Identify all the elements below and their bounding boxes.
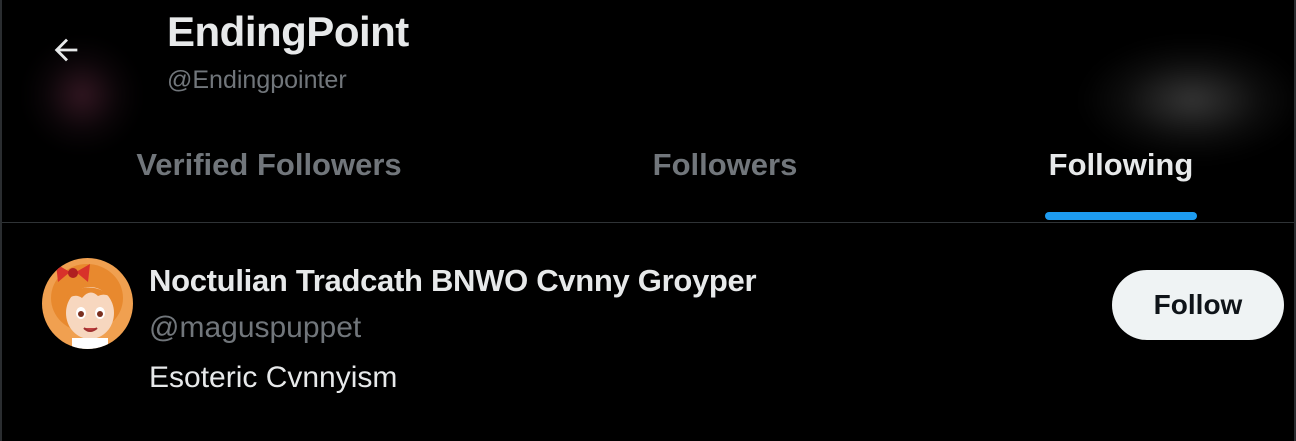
tab-following[interactable]: Following [914, 128, 1296, 222]
profile-handle: @Endingpointer [167, 66, 347, 94]
tab-bar: Verified Followers Followers Following [2, 128, 1294, 222]
tab-followers[interactable]: Followers [536, 128, 914, 222]
follow-button[interactable]: Follow [1112, 270, 1284, 340]
active-tab-indicator [1045, 212, 1197, 220]
profile-header: EndingPoint @Endingpointer Verified Foll… [2, 0, 1296, 223]
app-frame: EndingPoint @Endingpointer Verified Foll… [0, 0, 1296, 441]
tab-label: Followers [652, 147, 798, 182]
tab-verified-followers[interactable]: Verified Followers [2, 128, 536, 222]
back-button[interactable] [40, 26, 92, 78]
tab-label: Verified Followers [136, 147, 402, 182]
tab-label: Following [1048, 147, 1194, 182]
user-bio: Esoteric Cvnnyism [149, 361, 398, 394]
user-display-name[interactable]: Noctulian Tradcath BNWO Cvnny Groyper [149, 263, 757, 299]
list-item[interactable]: Noctulian Tradcath BNWO Cvnny Groyper @m… [2, 223, 1294, 441]
avatar[interactable] [42, 258, 133, 349]
arrow-left-icon [49, 33, 83, 72]
user-handle: @maguspuppet [149, 311, 362, 344]
profile-name: EndingPoint [167, 8, 409, 55]
